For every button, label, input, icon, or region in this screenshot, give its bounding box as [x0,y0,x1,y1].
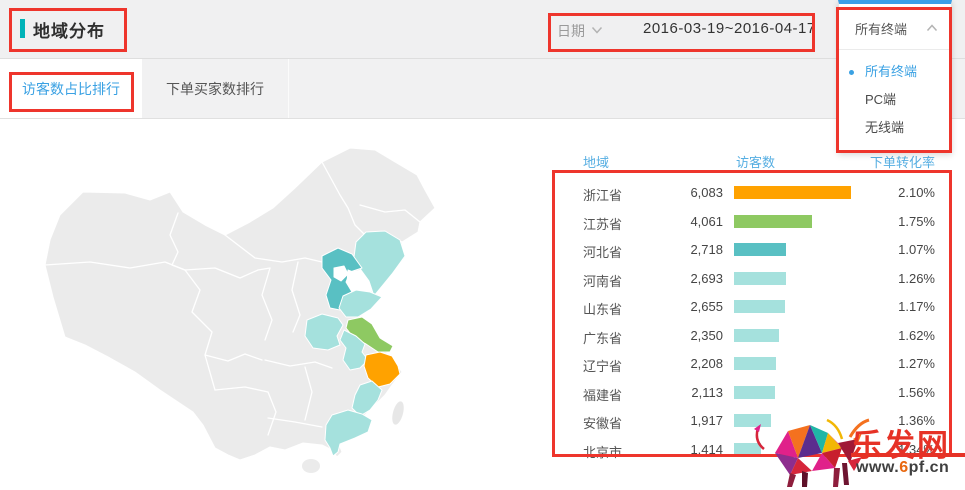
china-map[interactable] [40,130,440,485]
annotation-box-tab [9,72,134,112]
annotation-box-dropdown [836,7,952,153]
watermark-url: www.6pf.cn [856,459,949,477]
map-taiwan [390,400,406,426]
map-province-henan[interactable] [305,314,343,350]
annotation-box-title [9,8,127,52]
column-header-visitors: 访客数 [736,152,775,171]
watermark-underline [851,453,965,457]
tab-buyer-ranking[interactable]: 下单买家数排行 [142,59,289,118]
map-hainan [302,459,320,473]
column-header-rate: 下单转化率 [870,152,935,171]
page-header: 地域分布 日期 2016-03-19~2016-04-17 [0,0,965,59]
tab-bar: 访客数占比排行 下单买家数排行 [0,59,965,119]
annotation-box-date [548,13,815,52]
geo-distribution-page: 地域分布 日期 2016-03-19~2016-04-17 访客数占比排行 下单… [0,0,965,490]
map-province-liaoning[interactable] [354,231,405,296]
map-province-guangdong[interactable] [325,410,372,456]
map-country-outline [45,148,435,460]
column-header-region: 地域 [583,152,609,171]
